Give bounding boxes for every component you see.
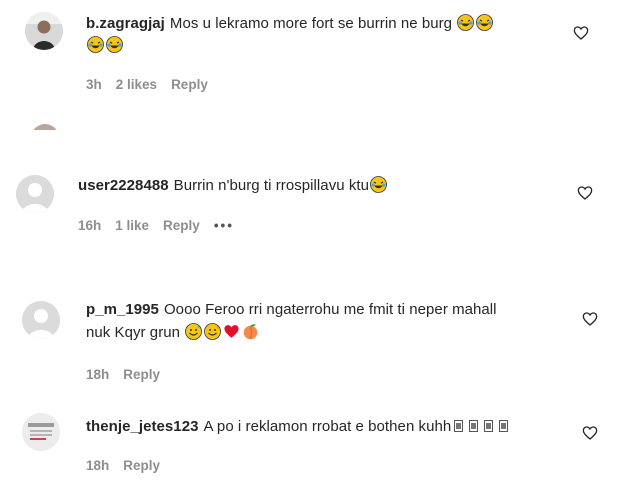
avatar[interactable] <box>25 12 63 50</box>
missing-glyph-icon <box>484 420 494 432</box>
reply-button[interactable]: Reply <box>163 218 200 233</box>
comment-item: user2228488 Burrin n'burg ti rrospillavu … <box>0 160 640 250</box>
comment-text-line-2 <box>86 36 124 56</box>
likes-count[interactable]: 1 like <box>115 218 149 233</box>
heart-icon[interactable] <box>582 425 598 441</box>
avatar[interactable] <box>22 301 60 339</box>
missing-glyph-icon <box>469 420 479 432</box>
reply-button[interactable]: Reply <box>123 367 160 382</box>
missing-glyph-icon <box>499 420 509 432</box>
laughing-tears-emoji <box>87 36 104 53</box>
likes-count[interactable]: 2 likes <box>116 77 157 92</box>
comment-text-line: p_m_1995 Oooo Feroo rri ngaterrohu me fmi… <box>86 300 497 320</box>
heart-icon[interactable] <box>582 311 598 327</box>
reply-button[interactable]: Reply <box>123 458 160 473</box>
comment-text: Burrin n'burg ti rrospillavu ktu <box>173 177 370 194</box>
comment-time: 16h <box>78 218 102 233</box>
comment-meta: 18h Reply <box>86 367 174 382</box>
comment-meta: 16h 1 like Reply ••• <box>78 218 248 233</box>
reply-button[interactable]: Reply <box>171 77 208 92</box>
comment-meta: 3h 2 likes Reply <box>86 77 222 92</box>
comment-item: p_m_1995 Oooo Feroo rri ngaterrohu me fmi… <box>0 290 640 390</box>
more-options-button[interactable]: ••• <box>214 218 234 233</box>
avatar[interactable] <box>16 175 54 213</box>
avatar[interactable] <box>22 413 60 451</box>
username-link[interactable]: thenje_jetes123 <box>86 418 198 435</box>
comment-text-line-2: nuk Kqyr grun <box>86 323 260 343</box>
grinning-sweat-emoji <box>204 323 222 340</box>
comment-text-line: thenje_jetes123 A po i reklamon rrobat e … <box>86 417 511 437</box>
peach-emoji <box>242 323 259 340</box>
comment-time: 3h <box>86 77 102 92</box>
comment-time: 18h <box>86 458 110 473</box>
laughing-tears-emoji <box>106 36 123 53</box>
comment-text: Oooo Feroo rri ngaterrohu me fmit ti nep… <box>163 301 497 318</box>
comment-text-line: user2228488 Burrin n'burg ti rrospillavu … <box>78 176 388 196</box>
laughing-tears-emoji <box>476 14 494 31</box>
comment-item: thenje_jetes123 A po i reklamon rrobat e … <box>0 405 640 482</box>
heart-icon[interactable] <box>577 185 593 201</box>
comment-text-line: b.zagragjaj Mos u lekramo more fort se bu… <box>86 14 494 34</box>
grinning-sweat-emoji <box>185 323 203 340</box>
avatar <box>31 124 59 130</box>
laughing-tears-emoji <box>370 176 387 193</box>
red-heart-emoji <box>223 323 240 340</box>
comment-text-continued: nuk Kqyr grun <box>86 324 181 341</box>
username-link[interactable]: p_m_1995 <box>86 301 159 318</box>
laughing-tears-emoji <box>457 14 475 31</box>
missing-glyph-icon <box>454 420 464 432</box>
username-link[interactable]: b.zagragjaj <box>86 15 165 32</box>
heart-icon[interactable] <box>573 25 589 41</box>
comment-text: A po i reklamon rrobat e bothen kuhh <box>203 418 452 435</box>
comment-meta: 18h Reply <box>86 458 174 473</box>
comment-time: 18h <box>86 367 110 382</box>
comment-text: Mos u lekramo more fort se burrin ne bur… <box>169 15 453 32</box>
username-link[interactable]: user2228488 <box>78 177 169 194</box>
comment-item: b.zagragjaj Mos u lekramo more fort se bu… <box>0 0 640 120</box>
